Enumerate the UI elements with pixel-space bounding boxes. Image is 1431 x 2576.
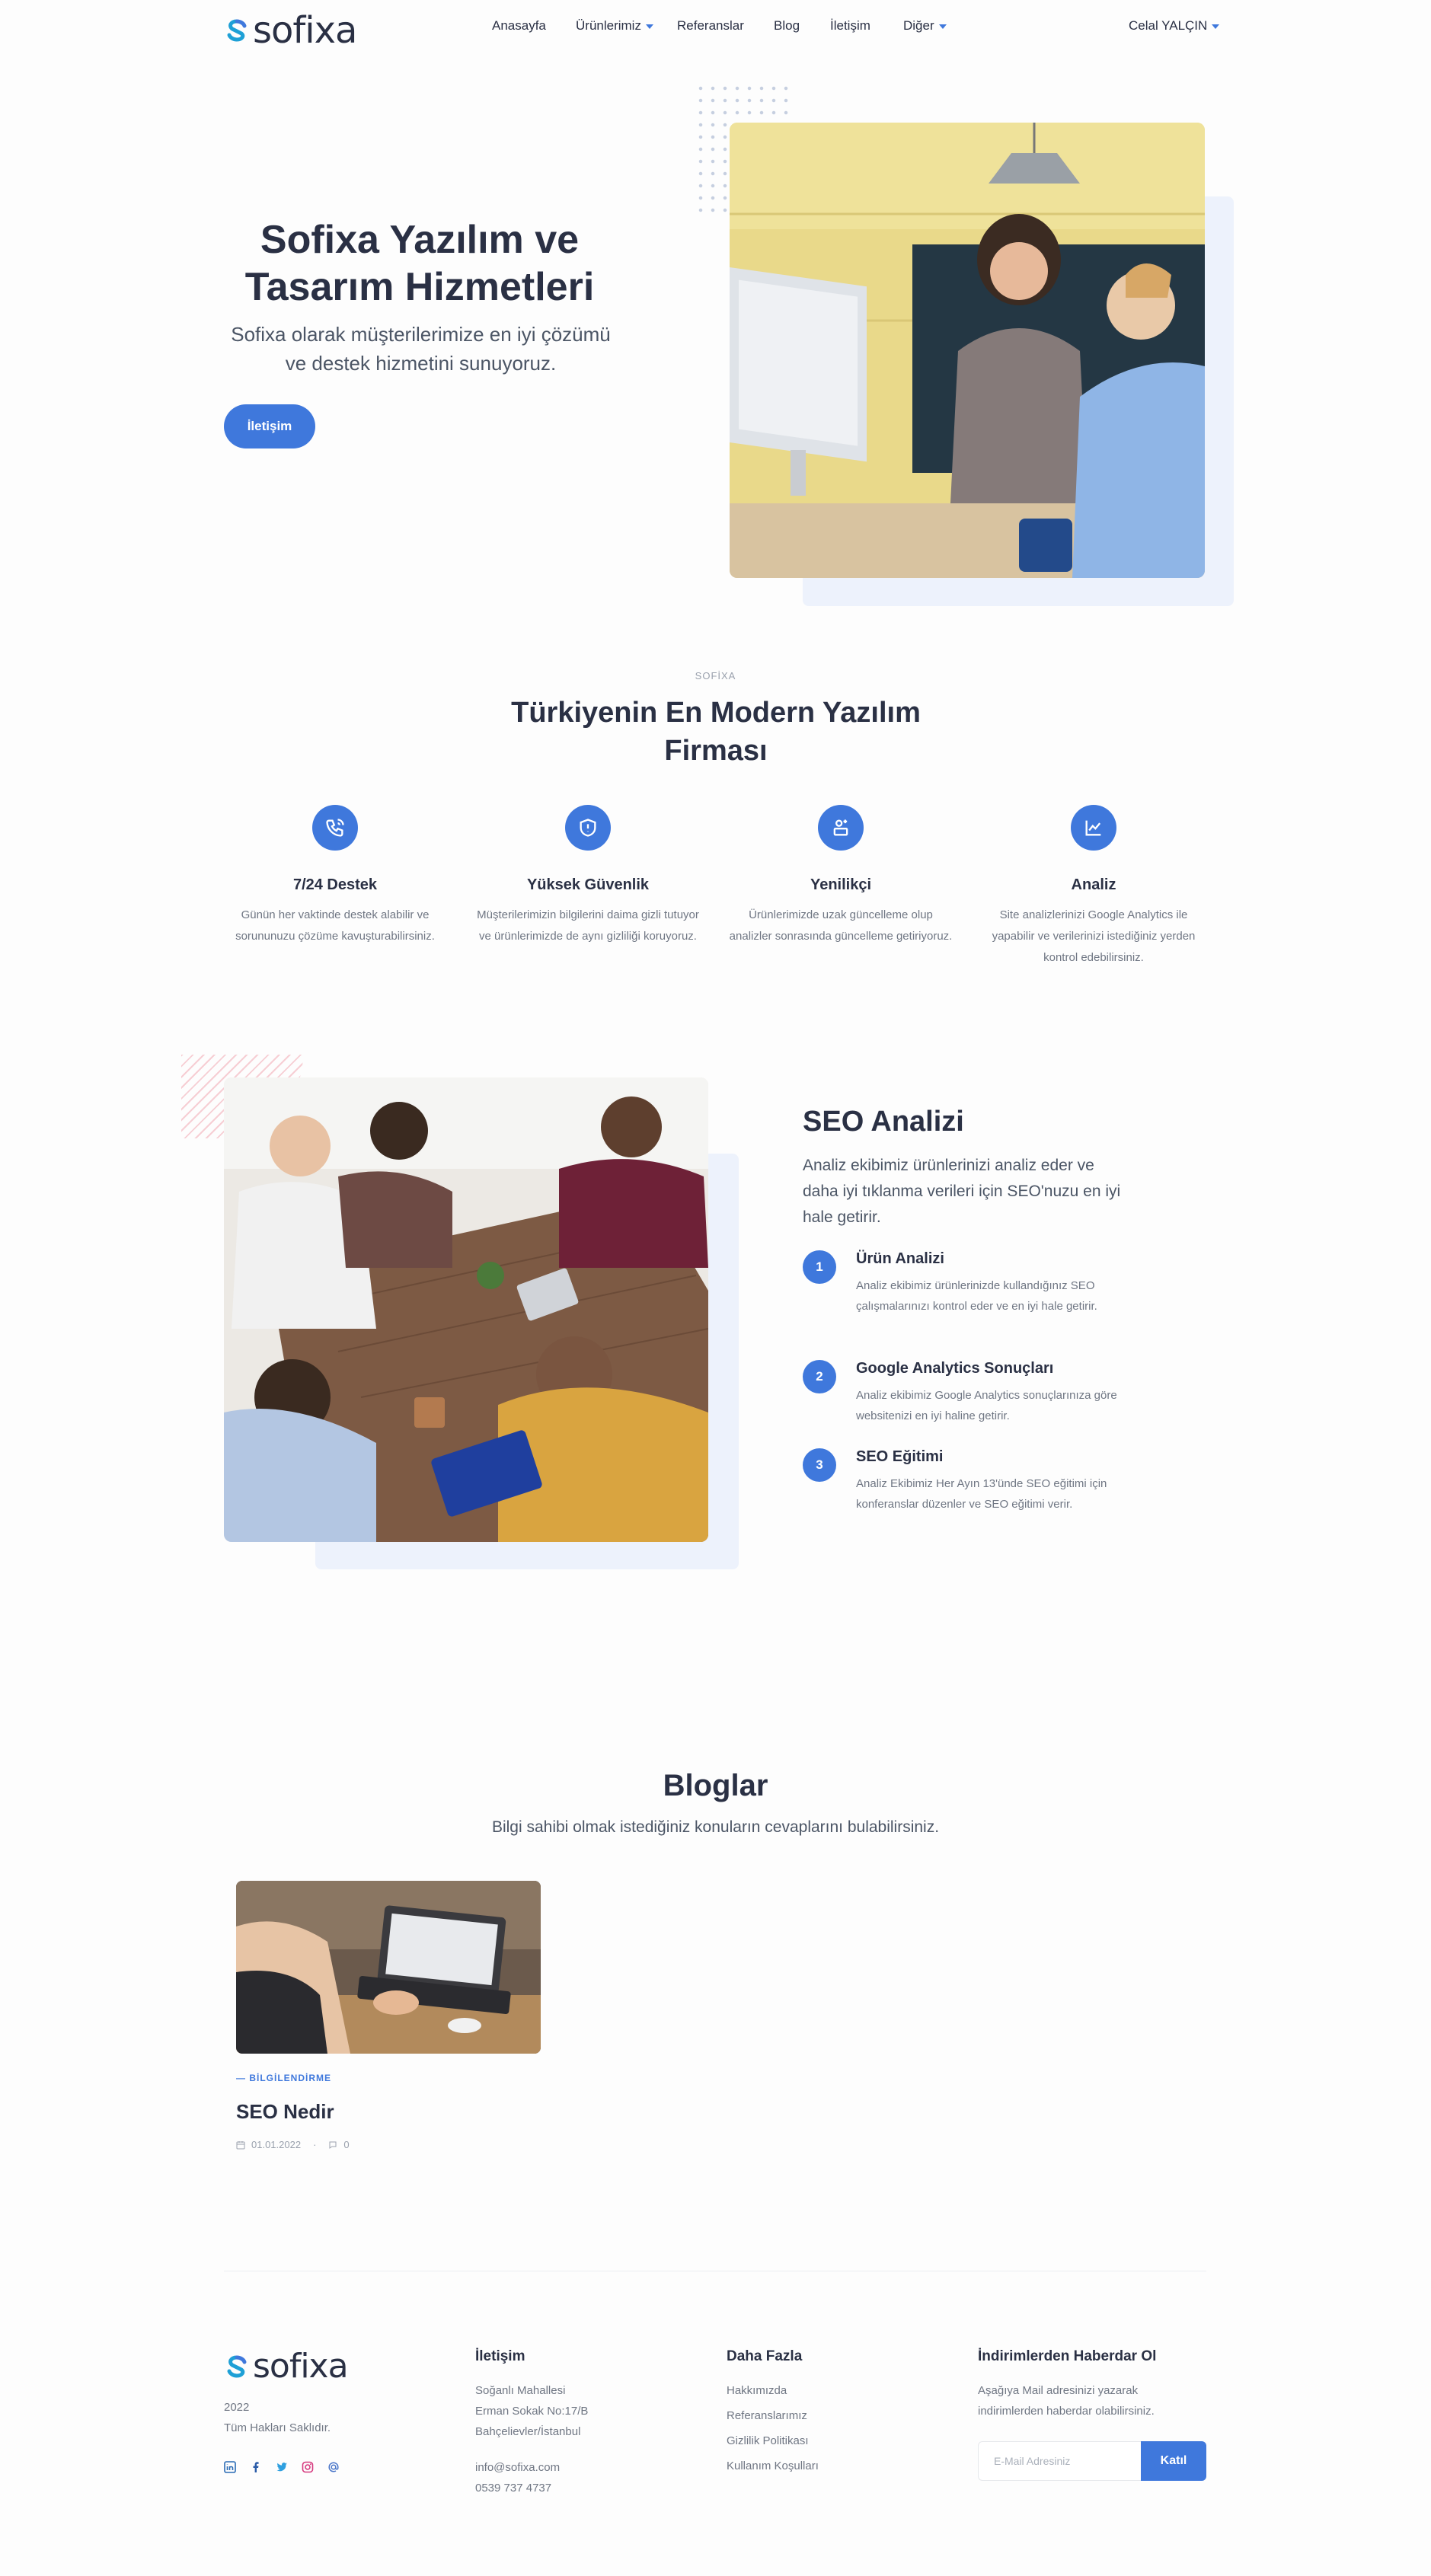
hero-contact-button[interactable]: İletişim <box>224 404 315 448</box>
twitter-icon[interactable] <box>276 2461 288 2473</box>
footer-rights: Tüm Hakları Saklıdır. <box>224 2421 331 2434</box>
step-text: Analiz Ekibimiz Her Ayın 13'ünde SEO eği… <box>856 1477 1107 1511</box>
seo-title: SEO Analizi <box>803 1106 964 1138</box>
innovation-icon <box>818 805 864 851</box>
nav-link-references[interactable]: Referanslar <box>677 18 744 34</box>
blog-photo-illustration <box>236 1881 541 2054</box>
chevron-down-icon <box>938 24 947 29</box>
seo-step: 3 SEO Eğitimi Analiz Ekibimiz Her Ayın 1… <box>803 1448 1138 1515</box>
section-eyebrow: SOFİXA <box>695 670 736 682</box>
footer-newsletter-text: Aşağıya Mail adresinizi yazarak indiriml… <box>978 2384 1155 2418</box>
user-menu[interactable]: Celal YALÇIN <box>1129 18 1220 34</box>
feature-innovation: Yenilikçi Ürünlerimizde uzak güncelleme … <box>727 805 955 947</box>
features-title: Türkiyenin En Modern Yazılım Firması <box>511 697 921 767</box>
footer-link-terms[interactable]: Kullanım Koşulları <box>727 2456 819 2476</box>
step-number: 3 <box>803 1448 836 1482</box>
footer-link-about[interactable]: Hakkımızda <box>727 2380 787 2401</box>
footer-email-link[interactable]: info@sofixa.com <box>475 2457 560 2478</box>
blog-card-image[interactable] <box>236 1881 541 2054</box>
blog-title: Bloglar <box>663 1769 768 1802</box>
blog-card-comments: 0 <box>343 2139 350 2150</box>
meta-separator-dot: · <box>313 2139 317 2150</box>
nav-link-more[interactable]: Diğer <box>903 18 947 34</box>
step-number: 1 <box>803 1250 836 1284</box>
footer-link-privacy[interactable]: Gizlilik Politikası <box>727 2431 809 2451</box>
linkedin-icon[interactable] <box>224 2461 236 2473</box>
step-title: Ürün Analizi <box>856 1250 944 1267</box>
footer-logo[interactable]: sofixa <box>225 2347 349 2386</box>
email-at-icon[interactable] <box>327 2461 340 2473</box>
blog-subtitle: Bilgi sahibi olmak istediğiniz konuların… <box>491 1818 940 1836</box>
footer-address-line: Soğanlı Mahallesi <box>475 2384 566 2397</box>
seo-step: 1 Ürün Analizi Analiz ekibimiz ürünlerin… <box>803 1250 1138 1317</box>
step-text: Analiz ekibimiz Google Analytics sonuçla… <box>856 1389 1117 1422</box>
feature-title: Yenilikçi <box>810 876 872 893</box>
nav-link-home[interactable]: Anasayfa <box>492 18 546 34</box>
logo-icon <box>227 19 247 42</box>
phone-support-icon <box>312 805 358 851</box>
feature-text: Günün her vaktinde destek alabilir ve so… <box>235 908 435 943</box>
logo-icon <box>227 2355 247 2378</box>
nav-link-blog[interactable]: Blog <box>774 18 800 34</box>
step-title: SEO Eğitimi <box>856 1448 944 1465</box>
step-text: Analiz ekibimiz ürünlerinizde kullandığı… <box>856 1279 1097 1313</box>
nav-link-label: Ürünlerimiz <box>576 18 641 33</box>
feature-security: Yüksek Güvenlik Müşterilerimizin bilgile… <box>474 805 702 947</box>
footer-year: 2022 <box>224 2401 250 2414</box>
comment-icon <box>329 2141 337 2149</box>
feature-support: 7/24 Destek Günün her vaktinde destek al… <box>221 805 449 947</box>
blog-card-meta: 01.01.2022 · 0 <box>236 2139 350 2150</box>
step-number: 2 <box>803 1360 836 1393</box>
newsletter-join-button[interactable]: Katıl <box>1141 2441 1206 2481</box>
calendar-icon <box>236 2140 245 2149</box>
feature-text: Müşterilerimizin bilgilerini daima gizli… <box>477 908 699 943</box>
instagram-icon[interactable] <box>302 2461 314 2473</box>
facebook-icon[interactable] <box>250 2461 262 2473</box>
feature-analysis: Analiz Site analizlerinizi Google Analyt… <box>979 805 1208 969</box>
logo-text: sofixa <box>253 9 357 52</box>
step-title: Google Analytics Sonuçları <box>856 1360 1054 1377</box>
hero-subtitle: Sofixa olarak müşterilerimize en iyi çöz… <box>231 323 611 375</box>
hero-title: Sofixa Yazılım ve Tasarım Hizmetleri <box>244 218 595 309</box>
footer-contact-title: İletişim <box>475 2348 525 2364</box>
logo-text: sofixa <box>253 2347 349 2386</box>
blog-card-date: 01.01.2022 <box>251 2139 302 2150</box>
chevron-down-icon <box>645 24 653 29</box>
chart-icon <box>1071 805 1116 851</box>
footer-address-line: Bahçelievler/İstanbul <box>475 2425 581 2438</box>
nav-link-label: Diğer <box>903 18 934 33</box>
social-links <box>224 2461 340 2473</box>
blog-card-title[interactable]: SEO Nedir <box>236 2100 334 2124</box>
hero-team-photo <box>730 123 1205 578</box>
feature-title: Yüksek Güvenlik <box>526 876 650 893</box>
feature-title: 7/24 Destek <box>292 876 378 893</box>
footer-more-title: Daha Fazla <box>727 2348 803 2364</box>
seo-step: 2 Google Analytics Sonuçları Analiz ekib… <box>803 1360 1138 1426</box>
feature-text: Ürünlerimizde uzak güncelleme olup anali… <box>729 908 953 943</box>
chevron-down-icon <box>1212 24 1220 29</box>
site-logo[interactable]: sofixa <box>225 9 357 52</box>
footer-address-line: Erman Sokak No:17/B <box>475 2405 589 2418</box>
feature-text: Site analizlerinizi Google Analytics ile… <box>992 908 1196 964</box>
nav-link-contact[interactable]: İletişim <box>830 18 870 34</box>
seo-team-photo <box>224 1077 708 1542</box>
footer-link-references[interactable]: Referanslarımız <box>727 2405 807 2426</box>
footer-phone-link[interactable]: 0539 737 4737 <box>475 2478 551 2498</box>
footer-newsletter-title: İndirimlerden Haberdar Ol <box>978 2348 1157 2364</box>
hero-photo-illustration <box>730 123 1205 578</box>
feature-title: Analiz <box>1071 876 1116 893</box>
newsletter-email-input[interactable]: E-Mail Adresiniz <box>978 2441 1142 2481</box>
nav-link-products[interactable]: Ürünlerimiz <box>576 18 653 34</box>
user-name: Celal YALÇIN <box>1129 18 1208 33</box>
seo-photo-illustration <box>224 1077 708 1542</box>
blog-card-category[interactable]: — BİLGİLENDİRME <box>236 2073 331 2083</box>
shield-icon <box>565 805 611 851</box>
seo-description: Analiz ekibimiz ürünlerinizi analiz eder… <box>803 1157 1121 1226</box>
